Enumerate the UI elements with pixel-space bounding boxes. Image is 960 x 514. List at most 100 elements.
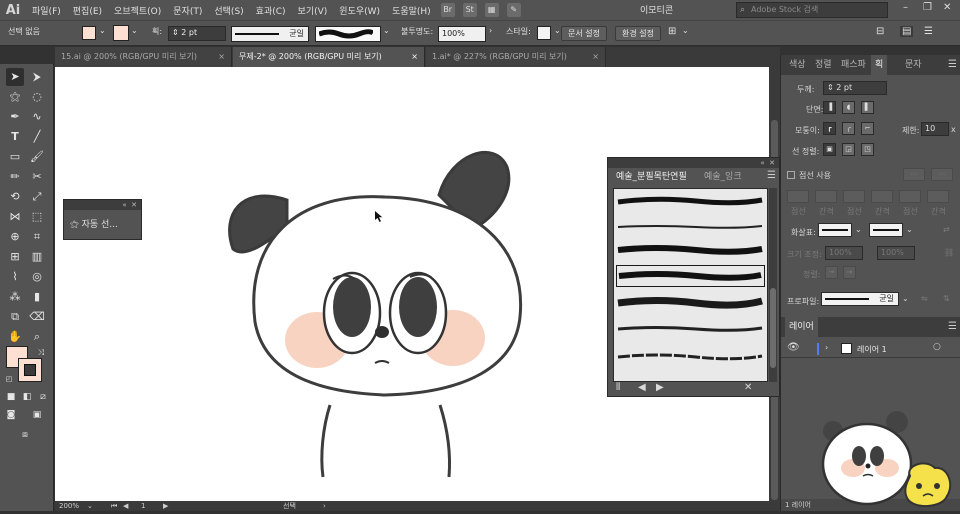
workspace-switcher[interactable]: 이모티콘 xyxy=(640,3,673,16)
brush-definition-dropdown[interactable] xyxy=(315,26,381,42)
panel-menu-icon[interactable]: ☰ xyxy=(767,170,776,181)
target-icon[interactable]: ○ xyxy=(933,342,941,352)
panel-header[interactable]: « ✕ xyxy=(608,158,779,168)
column-graph-icon[interactable]: ▮ xyxy=(28,288,46,306)
eyedropper-icon[interactable]: ⌇ xyxy=(6,268,24,286)
stroke-weight-field[interactable]: ⇕ 2 pt xyxy=(168,26,226,41)
free-transform-icon[interactable]: ⬚ xyxy=(28,208,46,226)
artboard-tool-icon[interactable]: ⧉ xyxy=(6,308,24,326)
minimize-icon[interactable]: – xyxy=(903,2,908,13)
scroll-thumb[interactable] xyxy=(770,288,776,368)
stroke-swatch[interactable] xyxy=(113,25,129,41)
tab-character[interactable]: 문자 xyxy=(901,55,926,75)
align-inside-icon[interactable]: ◲ xyxy=(842,143,855,156)
next-artboard-icon[interactable]: ▶ xyxy=(163,501,168,511)
curvature-tool-icon[interactable]: ∿ xyxy=(28,108,46,126)
tab-align[interactable]: 정렬 xyxy=(811,55,836,75)
zoom-level[interactable]: 200% xyxy=(59,501,79,511)
rotate-tool-icon[interactable]: ⟲ xyxy=(6,188,24,206)
restore-icon[interactable]: ❐ xyxy=(923,2,932,13)
panel-menu-icon[interactable]: ☰ xyxy=(948,321,957,332)
selection-tool-icon[interactable]: ➤ xyxy=(6,68,24,86)
blend-tool-icon[interactable]: ◎ xyxy=(28,268,46,286)
select-similar-icon[interactable]: ⊞ xyxy=(668,26,676,37)
type-tool-icon[interactable]: T xyxy=(6,128,24,146)
style-swatch[interactable] xyxy=(537,26,551,40)
tab-color[interactable]: 색상 xyxy=(785,55,810,75)
menu-help[interactable]: 도움말(H) xyxy=(386,4,437,17)
panel-header[interactable]: « ✕ xyxy=(64,200,141,210)
grid-layout-icon[interactable]: ▦ xyxy=(484,3,499,17)
swap-fill-stroke-icon[interactable]: ⤨ xyxy=(32,344,50,362)
pencil-tool-icon[interactable]: ✏ xyxy=(6,168,24,186)
prev-library-icon[interactable]: ◀ xyxy=(638,382,646,393)
mesh-tool-icon[interactable]: ⊞ xyxy=(6,248,24,266)
dashed-line-checkbox[interactable] xyxy=(787,171,795,179)
close-icon[interactable]: ✕ xyxy=(943,2,951,13)
next-library-icon[interactable]: ▶ xyxy=(656,382,664,393)
direct-selection-tool-icon[interactable]: ⮞ xyxy=(28,68,46,86)
round-cap-icon[interactable]: ◖ xyxy=(842,101,855,114)
artboard-number[interactable]: 1 xyxy=(141,501,145,511)
limit-field[interactable]: 10 xyxy=(921,122,949,136)
perspective-grid-icon[interactable]: ⌗ xyxy=(28,228,46,246)
butt-cap-icon[interactable]: ▐ xyxy=(823,101,836,114)
opacity-field[interactable]: 100% xyxy=(438,26,486,42)
bridge-icon[interactable]: Br xyxy=(440,3,455,17)
brush-item[interactable] xyxy=(616,345,765,367)
stock-search-input[interactable]: ⌕ Adobe Stock 검색 xyxy=(736,2,888,18)
align-icon[interactable]: ⊟ xyxy=(876,26,884,37)
end-arrow-dropdown[interactable] xyxy=(869,223,903,237)
magic-wand-icon[interactable]: ⚝ xyxy=(6,88,24,106)
chevron-right-icon[interactable]: › xyxy=(489,26,492,35)
width-tool-icon[interactable]: ⋈ xyxy=(6,208,24,226)
tab-untitled-2[interactable]: 무제-2* @ 200% (RGB/GPU 미리 보기) × xyxy=(233,47,425,67)
close-icon[interactable]: × xyxy=(411,47,418,67)
scissors-icon[interactable]: ✂ xyxy=(28,168,46,186)
bevel-join-icon[interactable]: ⌐ xyxy=(861,122,874,135)
menu-select[interactable]: 선택(S) xyxy=(208,4,249,17)
weight-field[interactable]: ⇕ 2 pt xyxy=(823,81,887,95)
hand-tool-icon[interactable]: ✋ xyxy=(6,328,24,346)
auto-select-button[interactable]: ⚝ 자동 선... xyxy=(70,217,118,230)
align-outside-icon[interactable]: ◳ xyxy=(861,143,874,156)
chevron-down-icon[interactable]: ⌄ xyxy=(87,501,93,511)
chevron-down-icon[interactable]: ⌄ xyxy=(131,26,138,35)
tab-1ai[interactable]: 1.ai* @ 227% (RGB/GPU 미리 보기) × xyxy=(426,47,606,67)
eye-icon[interactable]: 👁 xyxy=(787,342,800,353)
menu-type[interactable]: 문자(T) xyxy=(167,4,208,17)
align-center-icon[interactable]: ▣ xyxy=(823,143,836,156)
menu-file[interactable]: 파일(F) xyxy=(26,4,67,17)
miter-join-icon[interactable]: ┏ xyxy=(823,122,836,135)
layer-row[interactable]: 👁 › 레이어 1 ○ xyxy=(781,340,960,358)
first-artboard-icon[interactable]: ⏮ xyxy=(111,501,117,511)
symbol-sprayer-icon[interactable]: ⁂ xyxy=(6,288,24,306)
brush-item-selected[interactable] xyxy=(616,265,765,287)
prev-artboard-icon[interactable]: ◀ xyxy=(123,501,128,511)
rectangle-tool-icon[interactable]: ▭ xyxy=(6,148,24,166)
menu-view[interactable]: 보기(V) xyxy=(292,4,334,17)
close-icon[interactable]: × xyxy=(218,47,225,67)
line-tool-icon[interactable]: ╱ xyxy=(28,128,46,146)
stock-icon[interactable]: St xyxy=(462,3,477,17)
brush-item[interactable] xyxy=(616,215,765,237)
paintbrush-tool-icon[interactable]: 🖌 xyxy=(28,148,46,166)
chevron-down-icon[interactable]: ⌄ xyxy=(855,225,862,234)
shape-builder-icon[interactable]: ⊕ xyxy=(6,228,24,246)
eraser-icon[interactable]: ⌫ xyxy=(28,308,46,326)
preferences-button[interactable]: 환경 설정 xyxy=(615,26,661,41)
layer-name[interactable]: 레이어 1 xyxy=(857,344,887,355)
menu-window[interactable]: 윈도우(W) xyxy=(333,4,386,17)
chevron-down-icon[interactable]: ⌄ xyxy=(99,26,106,35)
draw-normal-icon[interactable]: ◙ xyxy=(2,406,20,424)
brush-libraries-icon[interactable]: ⫴ xyxy=(616,382,620,393)
chevron-down-icon[interactable]: ⌄ xyxy=(682,26,689,35)
tab-ink[interactable]: 예술_잉크 xyxy=(698,168,748,186)
start-arrow-dropdown[interactable] xyxy=(818,223,852,237)
stroke-profile-dropdown[interactable]: 균일 xyxy=(231,26,309,42)
lasso-icon[interactable]: ◌ xyxy=(28,88,46,106)
none-mode-icon[interactable]: ⧄ xyxy=(34,388,52,406)
remove-brush-icon[interactable]: ✕ xyxy=(744,382,752,393)
stepper-icon[interactable]: ⇕ xyxy=(172,28,181,37)
chevron-right-icon[interactable]: › xyxy=(825,343,828,352)
